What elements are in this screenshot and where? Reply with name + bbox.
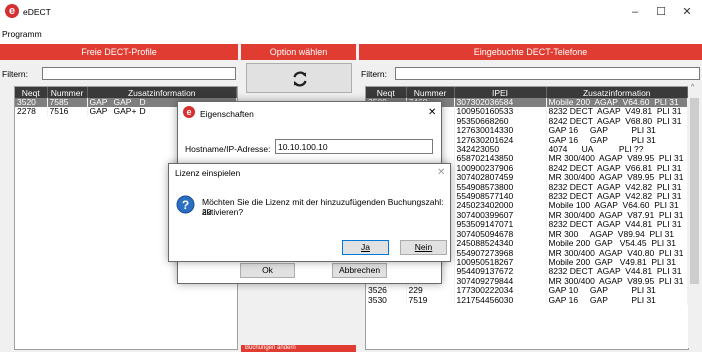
middle-bottom-bar[interactable]: Buchungen ändern	[241, 345, 356, 352]
maximize-button[interactable]: ☐	[648, 3, 674, 21]
close-window-button[interactable]: ✕	[674, 3, 700, 21]
cell-nummer: 7519	[406, 295, 455, 305]
scroll-up-icon[interactable]: ^	[691, 84, 694, 91]
hostname-input[interactable]	[275, 139, 433, 154]
left-filter-input[interactable]	[42, 67, 236, 80]
eigenschaften-cancel-button[interactable]: Abbrechen	[332, 263, 387, 278]
right-list-scrollbar[interactable]: ^	[688, 82, 701, 348]
right-filter-input[interactable]	[395, 67, 700, 80]
minimize-button[interactable]: –	[622, 3, 648, 21]
eigenschaften-ok-button[interactable]: Ok	[240, 263, 295, 278]
title-bar: e eDECT – ☐ ✕	[0, 0, 702, 24]
col-zusatzinformation[interactable]: Zusatzinformation	[87, 87, 237, 98]
svg-text:?: ?	[182, 198, 189, 212]
scrollbar-thumb[interactable]	[690, 98, 699, 284]
cell-nummer: 7516	[47, 106, 88, 117]
zusatz-2: GAP+	[113, 106, 137, 117]
zusatz-1: GAP	[89, 106, 108, 117]
refresh-button[interactable]	[246, 63, 352, 93]
lizenz-dialog: Lizenz einspielen ✕ ? Möchten Sie die Li…	[168, 163, 451, 262]
menu-bar: Programm	[0, 24, 702, 44]
eigenschaften-title: Eigenschaften	[200, 109, 254, 119]
table-row[interactable]: 3530 7519 121754456030 GAP 16 GAP PLI 31	[366, 295, 688, 305]
window-title: eDECT	[23, 7, 51, 17]
lizenz-close-button[interactable]: ✕	[437, 167, 445, 178]
question-icon: ?	[176, 195, 195, 214]
menu-programm[interactable]: Programm	[2, 29, 42, 39]
right-panel-header: Eingebuchte DECT-Telefone	[359, 44, 702, 60]
edect-logo-icon: e	[183, 106, 195, 118]
refresh-icon	[293, 71, 307, 87]
lizenz-no-button[interactable]: Nein	[400, 240, 447, 255]
lizenz-message-area: ? Möchten Sie die Lizenz mit der hinzuzu…	[169, 182, 450, 230]
lizenz-yes-button[interactable]: Ja	[342, 240, 389, 255]
edect-logo-icon: e	[5, 4, 19, 18]
zusatz-3: D	[139, 106, 146, 117]
middle-panel-header: Option wählen	[241, 44, 356, 60]
right-filter-label: Filtern:	[361, 69, 387, 79]
eigenschaften-close-button[interactable]: ✕	[428, 107, 436, 118]
cell-neqt: 3530	[366, 295, 407, 305]
left-panel-header: Freie DECT-Profile	[0, 44, 238, 60]
lizenz-title: Lizenz einspielen	[175, 168, 241, 178]
cell-info: GAP 16 GAP PLI 31	[546, 295, 688, 305]
lizenz-message-line2: aktivieren?	[202, 207, 244, 217]
cell-neqt: 2278	[15, 106, 48, 117]
hostname-label: Hostname/IP-Adresse:	[185, 144, 271, 154]
cell-ipei: 121754456030	[454, 295, 547, 305]
left-filter-label: Filtern:	[2, 69, 28, 79]
